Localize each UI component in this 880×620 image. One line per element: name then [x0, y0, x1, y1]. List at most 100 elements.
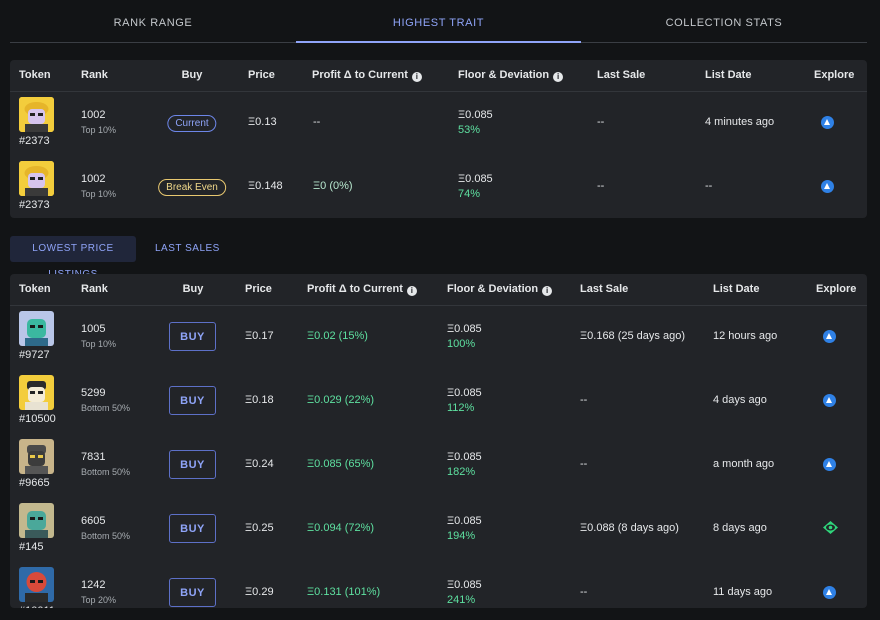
table-header: Token Rank Buy Price Profit Δ to Current… [10, 60, 867, 92]
table-row: #2373 1002 Top 10% Break Even Ξ0.148 Ξ0 … [10, 155, 867, 218]
price-value: Ξ0.148 [248, 180, 283, 192]
deviation-value: 100% [447, 338, 476, 350]
opensea-icon[interactable] [823, 458, 836, 471]
buy-button[interactable]: BUY [169, 322, 216, 351]
profit-value: -- [313, 116, 321, 128]
rank-value: 1005 [81, 323, 106, 335]
floor-value: Ξ0.085 [458, 173, 493, 185]
deviation-value: 112% [447, 402, 475, 414]
header-rank: Rank [81, 69, 108, 81]
opensea-icon[interactable] [823, 330, 836, 343]
header-explore: Explore [814, 69, 855, 81]
buy-button[interactable]: BUY [169, 514, 216, 543]
header-last-sale: Last Sale [580, 283, 629, 295]
profit-value: Ξ0 (0%) [313, 180, 353, 192]
last-sale-value: -- [580, 586, 588, 598]
price-value: Ξ0.18 [245, 394, 274, 406]
opensea-icon[interactable] [823, 394, 836, 407]
buy-button[interactable]: BUY [169, 386, 216, 415]
header-floor: Floor & Deviation i [447, 283, 553, 296]
token-id[interactable]: #10500 [19, 413, 56, 425]
rank-tier: Bottom 50% [81, 403, 131, 413]
token-id[interactable]: #10011 [19, 605, 55, 608]
token-id[interactable]: #9665 [19, 477, 50, 489]
price-value: Ξ0.13 [248, 116, 277, 128]
price-value: Ξ0.25 [245, 522, 274, 534]
tab-last-sales[interactable]: LAST SALES [149, 236, 226, 262]
tab-lowest-price-listings[interactable]: LOWEST PRICE LISTINGS [10, 236, 136, 280]
info-icon[interactable]: i [411, 72, 422, 82]
token-image[interactable] [19, 311, 54, 346]
rank-tier: Top 10% [81, 125, 117, 135]
header-profit: Profit Δ to Current i [312, 69, 422, 82]
token-id[interactable]: #2373 [19, 199, 50, 211]
header-list-date: List Date [713, 283, 760, 295]
info-icon[interactable]: i [542, 286, 553, 296]
profit-value: Ξ0.029 (22%) [307, 394, 375, 406]
rank-tier: Top 10% [81, 189, 117, 199]
buy-button[interactable]: BUY [169, 578, 216, 607]
table-row: #9665 7831 Bottom 50% BUY Ξ0.24 Ξ0.085 (… [10, 433, 867, 497]
highest-trait-table: Token Rank Buy Price Profit Δ to Current… [10, 60, 867, 218]
floor-value: Ξ0.085 [447, 579, 482, 591]
table-row: #145 6605 Bottom 50% BUY Ξ0.25 Ξ0.094 (7… [10, 497, 867, 561]
main-tabs: RANK RANGE HIGHEST TRAIT COLLECTION STAT… [10, 0, 867, 43]
opensea-icon[interactable] [821, 180, 834, 193]
list-date-value: a month ago [713, 458, 775, 470]
token-image[interactable] [19, 503, 54, 538]
rank-tier: Top 20% [81, 595, 117, 605]
token-image[interactable] [19, 97, 54, 132]
header-buy: Buy [182, 283, 204, 295]
header-price: Price [245, 283, 272, 295]
header-explore: Explore [816, 283, 857, 295]
opensea-icon[interactable] [821, 116, 834, 129]
info-icon[interactable]: i [553, 72, 564, 82]
rank-value: 1002 [81, 173, 106, 185]
profit-value: Ξ0.085 (65%) [307, 458, 375, 470]
rank-value: 6605 [81, 515, 106, 527]
header-last-sale: Last Sale [597, 69, 646, 81]
tab-rank-range[interactable]: RANK RANGE [10, 0, 296, 42]
deviation-value: 74% [458, 188, 481, 200]
rank-tier: Top 10% [81, 339, 117, 349]
rank-tier: Bottom 50% [81, 531, 131, 541]
opensea-icon[interactable] [823, 586, 836, 599]
profit-value: Ξ0.131 (101%) [307, 586, 381, 598]
token-id[interactable]: #2373 [19, 135, 50, 147]
tab-collection-stats[interactable]: COLLECTION STATS [581, 0, 867, 42]
rank-tier: Bottom 50% [81, 467, 131, 477]
floor-value: Ξ0.085 [447, 451, 482, 463]
token-id[interactable]: #9727 [19, 349, 50, 361]
header-list-date: List Date [705, 69, 752, 81]
header-profit: Profit Δ to Current i [307, 283, 417, 296]
info-icon[interactable]: i [406, 286, 417, 296]
floor-value: Ξ0.085 [447, 515, 482, 527]
header-floor-label: Floor & Deviation [447, 283, 539, 295]
table-row: #10011 1242 Top 20% BUY Ξ0.29 Ξ0.131 (10… [10, 561, 867, 608]
looksrare-eye-icon[interactable] [823, 521, 838, 534]
token-id[interactable]: #145 [19, 541, 43, 553]
rank-value: 5299 [81, 387, 106, 399]
token-image[interactable] [19, 567, 54, 602]
table-row: #2373 1002 Top 10% Current Ξ0.13 -- Ξ0.0… [10, 91, 867, 155]
header-profit-label: Profit Δ to Current [312, 69, 408, 81]
header-rank: Rank [81, 283, 108, 295]
deviation-value: 53% [458, 124, 481, 136]
last-sale-value: Ξ0.088 (8 days ago) [580, 522, 679, 534]
list-date-value: -- [705, 180, 713, 192]
floor-value: Ξ0.085 [447, 323, 482, 335]
floor-value: Ξ0.085 [447, 387, 482, 399]
token-image[interactable] [19, 439, 54, 474]
list-date-value: 12 hours ago [713, 330, 778, 342]
listings-table: Token Rank Buy Price Profit Δ to Current… [10, 274, 867, 608]
token-image[interactable] [19, 161, 54, 196]
table-header: Token Rank Buy Price Profit Δ to Current… [10, 274, 867, 306]
profit-value: Ξ0.094 (72%) [307, 522, 375, 534]
deviation-value: 182% [447, 466, 476, 478]
token-image[interactable] [19, 375, 54, 410]
break-even-badge: Break Even [158, 179, 226, 196]
buy-button[interactable]: BUY [169, 450, 216, 479]
tab-highest-trait[interactable]: HIGHEST TRAIT [296, 0, 581, 43]
floor-value: Ξ0.085 [458, 109, 493, 121]
header-price: Price [248, 69, 275, 81]
